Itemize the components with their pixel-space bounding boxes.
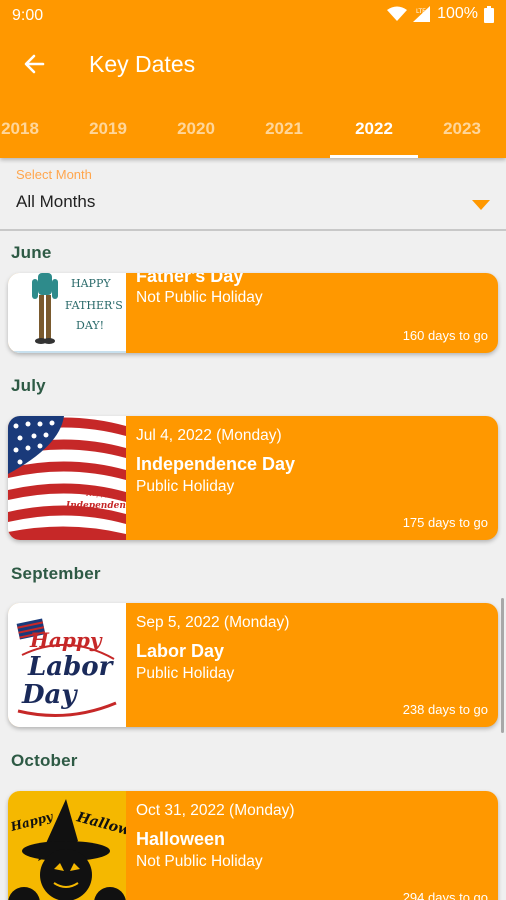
tab-2018[interactable]: 2018	[0, 100, 64, 158]
arrow-left-icon	[24, 54, 45, 74]
tab-2022[interactable]: 2022	[330, 100, 418, 158]
holiday-name: Independence Day	[136, 454, 296, 474]
card-body: Sep 5, 2022 (Monday) Labor Day Public Ho…	[136, 603, 488, 727]
fathers-day-image-text-3: DAY!	[76, 319, 104, 332]
month-dropdown-label: Select Month	[16, 167, 92, 182]
status-time: 9:00	[12, 7, 44, 24]
labor-day-illustration: Happy Labor Day	[8, 603, 126, 727]
fathers-day-image-text-1: HAPPY	[71, 277, 111, 290]
holiday-name: Labor Day	[136, 641, 225, 661]
month-header-june: June	[11, 243, 52, 262]
tab-2020[interactable]: 2020	[152, 100, 240, 158]
halloween-image: Happy Hallow	[8, 791, 126, 900]
battery-percent: 100%	[437, 5, 478, 22]
days-to-go: 175 days to go	[402, 515, 488, 530]
holiday-type: Not Public Holiday	[136, 853, 263, 870]
date-card-labor-day[interactable]: Happy Labor Day Sep 5, 2022 (Monday) Lab…	[8, 603, 498, 727]
status-icons: LTE 100%	[387, 5, 494, 23]
independence-image-text-2: Independence	[65, 501, 126, 511]
page-title: Key Dates	[89, 51, 196, 77]
days-to-go: 294 days to go	[402, 890, 488, 900]
halloween-illustration: Happy Hallow	[8, 791, 126, 900]
svg-text:LTE: LTE	[416, 8, 426, 15]
month-header-july: July	[11, 376, 46, 395]
days-to-go: 238 days to go	[402, 702, 488, 717]
tab-2021[interactable]: 2021	[240, 100, 328, 158]
date-card-halloween[interactable]: Happy Hallow Oct 31, 2022 (Monday) Hallo…	[8, 791, 498, 900]
fathers-day-image-text-2: FATHER'S	[65, 299, 123, 312]
holiday-name: Halloween	[136, 829, 226, 849]
labor-day-image-text-3: Day	[21, 680, 78, 710]
holiday-date: Oct 31, 2022 (Monday)	[136, 802, 295, 819]
american-flag-illustration: Happy Independence Day	[8, 416, 126, 540]
holiday-type: Public Holiday	[136, 665, 235, 682]
month-dropdown[interactable]: Select Month All Months	[0, 158, 506, 231]
wifi-icon	[387, 6, 408, 21]
status-bar: 9:00 LTE 100%	[0, 0, 506, 32]
holiday-date: Jul 4, 2022 (Monday)	[136, 427, 282, 444]
dates-list[interactable]: June HAPPY FATHER'S DAY! Father's Day No…	[0, 231, 506, 900]
card-body: Jul 4, 2022 (Monday) Independence Day Pu…	[136, 416, 488, 540]
scrollbar[interactable]	[501, 598, 504, 733]
month-header-october: October	[11, 751, 78, 770]
fathers-day-illustration: HAPPY FATHER'S DAY!	[8, 273, 126, 353]
holiday-name: Father's Day	[136, 273, 244, 286]
date-card-fathers-day[interactable]: HAPPY FATHER'S DAY! Father's Day Not Pub…	[8, 273, 498, 353]
fathers-day-image: HAPPY FATHER'S DAY!	[8, 273, 126, 353]
card-body: Oct 31, 2022 (Monday) Halloween Not Publ…	[136, 791, 488, 900]
toolbar: Key Dates	[0, 32, 506, 96]
independence-image-text-3: Day	[97, 512, 113, 520]
date-card-independence-day[interactable]: Happy Independence Day Jul 4, 2022 (Mond…	[8, 416, 498, 540]
holiday-type: Not Public Holiday	[136, 289, 263, 306]
tab-2023[interactable]: 2023	[418, 100, 506, 158]
cell-signal-icon: LTE	[413, 6, 431, 22]
independence-image-text-1: Happy	[85, 490, 110, 498]
month-dropdown-value: All Months	[16, 192, 96, 211]
back-button[interactable]	[14, 44, 54, 84]
independence-day-image: Happy Independence Day	[8, 416, 126, 540]
dropdown-arrow-icon	[472, 200, 490, 210]
card-body: Father's Day Not Public Holiday 160 days…	[136, 273, 488, 353]
days-to-go: 160 days to go	[402, 328, 488, 343]
labor-day-image-text-2: Labor	[27, 652, 115, 682]
labor-day-image: Happy Labor Day	[8, 603, 126, 727]
month-header-september: September	[11, 564, 101, 583]
tab-2019[interactable]: 2019	[64, 100, 152, 158]
tab-indicator	[330, 155, 418, 158]
app-bar: 9:00 LTE 100% Key Dates 2018 2019 2020 2…	[0, 0, 506, 158]
year-tabs: 2018 2019 2020 2021 2022 2023	[0, 100, 506, 158]
holiday-date: Sep 5, 2022 (Monday)	[136, 614, 290, 631]
battery-icon	[484, 5, 494, 23]
holiday-type: Public Holiday	[136, 478, 235, 495]
